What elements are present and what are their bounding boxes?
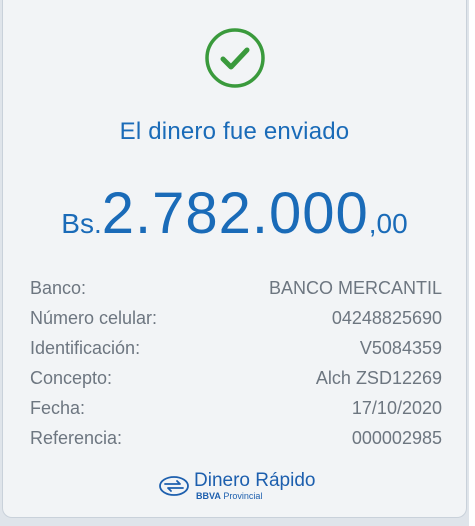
screen-edge xyxy=(469,0,475,526)
detail-value: BANCO MERCANTIL xyxy=(268,277,442,298)
brand-logo: Dinero Rápido BBVA Provincial xyxy=(158,466,315,506)
brand-sub-bold: BBVA xyxy=(196,491,221,501)
detail-row-concept: Concepto: Alch ZSD12269 xyxy=(30,363,442,393)
brand-sub-rest: Provincial xyxy=(220,491,263,501)
detail-row-date: Fecha: 17/10/2020 xyxy=(30,393,442,423)
detail-label: Número celular: xyxy=(30,307,158,328)
detail-row-id: Identificación: V5084359 xyxy=(30,333,442,363)
brand-text: Dinero Rápido BBVA Provincial xyxy=(194,471,315,501)
detail-row-bank: Banco: BANCO MERCANTIL xyxy=(30,273,442,303)
detail-value: 17/10/2020 xyxy=(351,397,442,418)
detail-row-phone: Número celular: 04248825690 xyxy=(30,303,442,333)
amount-currency: Bs. xyxy=(61,208,102,239)
transfer-details: Banco: BANCO MERCANTIL Número celular: 0… xyxy=(30,273,442,453)
detail-value: 000002985 xyxy=(351,427,442,448)
detail-label: Banco: xyxy=(30,277,87,298)
detail-label: Identificación: xyxy=(30,337,141,358)
amount-display: Bs.2.782.000,00 xyxy=(3,180,466,247)
detail-value: Alch ZSD12269 xyxy=(315,367,442,388)
transfer-confirmation-screen: El dinero fue enviado Bs.2.782.000,00 Ba… xyxy=(0,0,475,526)
confirmation-card: El dinero fue enviado Bs.2.782.000,00 Ba… xyxy=(2,0,467,518)
detail-label: Fecha: xyxy=(30,397,86,418)
detail-value: 04248825690 xyxy=(331,307,442,328)
check-circle-icon xyxy=(205,28,265,88)
detail-row-reference: Referencia: 000002985 xyxy=(30,423,442,453)
brand-name: Dinero Rápido xyxy=(194,470,316,491)
detail-value: V5084359 xyxy=(359,337,442,358)
confirmation-title: El dinero fue enviado xyxy=(119,118,350,145)
brand-subtitle: BBVA Provincial xyxy=(196,492,315,501)
detail-label: Referencia: xyxy=(30,427,123,448)
transfer-arrows-icon xyxy=(159,476,189,496)
amount-cents: ,00 xyxy=(368,208,408,239)
detail-label: Concepto: xyxy=(30,367,113,388)
amount-main: 2.782.000 xyxy=(101,181,369,246)
